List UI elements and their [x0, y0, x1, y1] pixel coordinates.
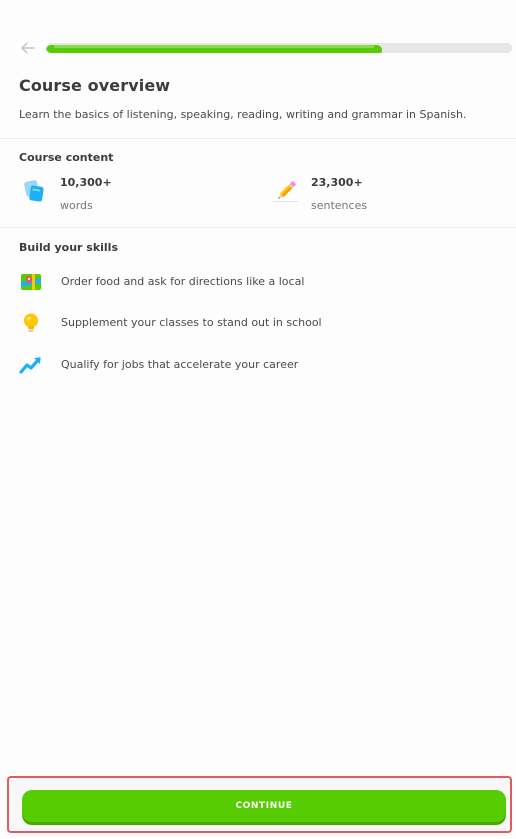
sentences-count: 23,300+ — [311, 176, 363, 189]
words-label: words — [60, 199, 93, 212]
progress-bar — [46, 43, 512, 53]
words-count: 10,300+ — [60, 176, 112, 189]
skill-item-travel: Order food and ask for directions like a… — [19, 270, 499, 294]
sentences-label: sentences — [311, 199, 368, 212]
page-title: Course overview — [19, 76, 171, 95]
pencil-icon — [273, 181, 299, 202]
lightbulb-icon — [24, 313, 38, 332]
top-bar — [18, 38, 512, 58]
skill-label: Qualify for jobs that accelerate your ca… — [61, 358, 299, 371]
progress-bar-fill — [46, 45, 382, 53]
build-skills-heading: Build your skills — [19, 241, 118, 254]
stat-sentences: 23,300+ sentences — [273, 172, 473, 212]
skill-item-career: Qualify for jobs that accelerate your ca… — [19, 353, 499, 377]
skill-label: Supplement your classes to stand out in … — [61, 316, 322, 329]
course-description: Learn the basics of listening, speaking,… — [19, 108, 467, 121]
course-content-heading: Course content — [19, 151, 114, 164]
back-button[interactable] — [18, 38, 38, 58]
trend-up-icon — [19, 357, 41, 374]
footer-highlight: CONTINUE — [7, 776, 512, 833]
continue-button[interactable]: CONTINUE — [22, 790, 506, 822]
stat-words: 10,300+ words — [22, 172, 222, 212]
map-icon — [21, 274, 41, 290]
skill-label: Order food and ask for directions like a… — [61, 275, 305, 288]
flashcards-icon — [24, 180, 44, 202]
back-arrow-icon — [21, 42, 35, 54]
course-overview-screen: Course overview Learn the basics of list… — [0, 0, 516, 839]
divider — [0, 227, 516, 228]
skill-item-school: Supplement your classes to stand out in … — [19, 311, 499, 335]
divider — [0, 138, 516, 139]
